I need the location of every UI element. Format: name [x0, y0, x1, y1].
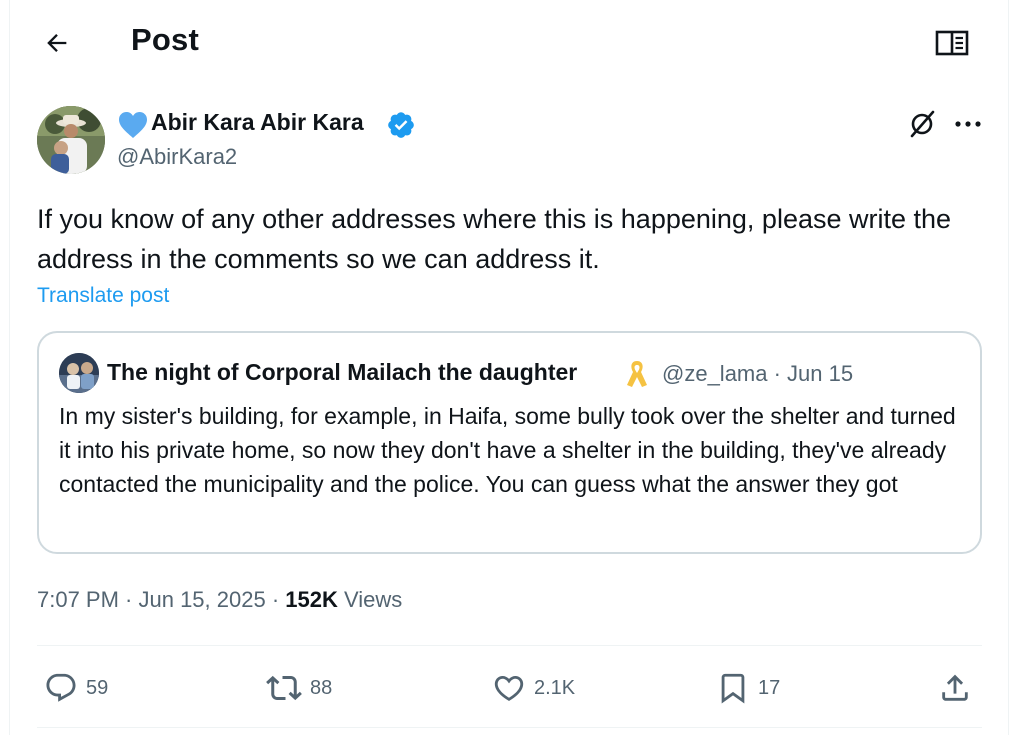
reply-button[interactable]: 59 [44, 666, 108, 710]
page-title: Post [131, 22, 199, 57]
divider [37, 727, 982, 728]
blue-heart-icon [119, 112, 147, 138]
quoted-author-photo [59, 353, 99, 393]
more-options-button[interactable] [948, 106, 988, 142]
like-button[interactable]: 2.1K [492, 666, 575, 710]
bookmark-button[interactable]: 17 [716, 666, 780, 710]
repost-button[interactable]: 88 [266, 666, 332, 710]
author-avatar[interactable] [37, 106, 105, 174]
quoted-author-name: The night of Corporal Mailach the daught… [107, 359, 578, 385]
right-column-border [1008, 0, 1009, 735]
share-icon [942, 674, 968, 701]
author-display-name[interactable]: Abir Kara Abir Kara [151, 109, 364, 136]
author-handle[interactable]: @AbirKara2 [117, 144, 237, 170]
quoted-post-text: In my sister's building, for example, in… [59, 403, 956, 497]
open-book-icon [935, 30, 969, 56]
grok-icon [910, 110, 935, 138]
more-dots-icon [955, 121, 981, 127]
views-count: 152K [285, 587, 338, 612]
quoted-handle-and-date: @ze_lama · Jun 15 [662, 361, 854, 386]
quoted-post-card[interactable]: The night of Corporal Mailach the daught… [37, 331, 982, 554]
translate-post-link[interactable]: Translate post [37, 284, 169, 308]
like-count: 2.1K [534, 676, 576, 699]
back-button[interactable] [40, 26, 74, 60]
repost-icon [266, 675, 302, 701]
bookmark-count: 17 [758, 676, 781, 699]
arrow-left-icon [47, 34, 67, 52]
views-label: Views [337, 587, 403, 612]
verified-badge-icon [388, 112, 414, 138]
reply-count: 59 [86, 676, 109, 699]
share-button[interactable] [938, 666, 972, 710]
post-timestamp[interactable]: 7:07 PM · Jun 15, 2025 · [37, 587, 285, 612]
post-timestamp-and-views: 7:07 PM · Jun 15, 2025 · 152K Views [37, 587, 402, 613]
page-header: Post [10, 0, 1008, 86]
grok-button[interactable] [902, 106, 942, 142]
divider [37, 645, 982, 646]
post-text: If you know of any other addresses where… [37, 204, 952, 274]
bookmark-icon [721, 673, 745, 704]
author-photo [37, 106, 105, 174]
yellow-ribbon-icon [627, 361, 647, 387]
reader-mode-button[interactable] [932, 26, 972, 60]
repost-count: 88 [310, 676, 333, 699]
left-column-border [9, 0, 10, 735]
quoted-author-avatar[interactable] [59, 353, 99, 393]
reply-icon [46, 673, 76, 702]
heart-outline-icon [494, 675, 524, 701]
